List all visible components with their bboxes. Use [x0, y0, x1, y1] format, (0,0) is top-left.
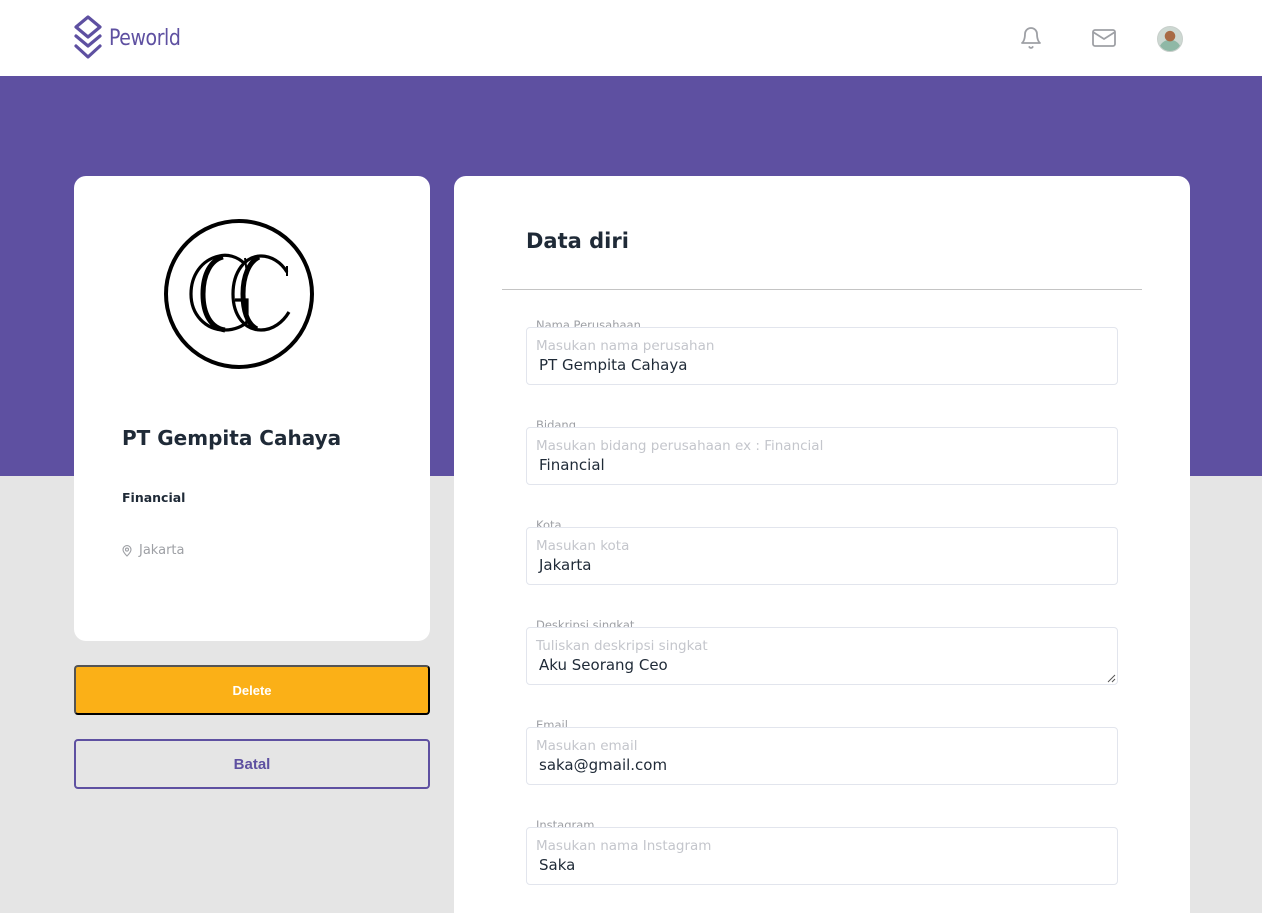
field-value: Aku Seorang Ceo	[539, 656, 668, 674]
business-field-input[interactable]: Masukan bidang perusahaan ex : Financial…	[526, 427, 1118, 485]
brand[interactable]: Peworld	[73, 14, 192, 62]
company-logo	[164, 219, 314, 369]
field-placeholder: Masukan email	[536, 738, 638, 754]
email-input[interactable]: Masukan email saka@gmail.com	[526, 727, 1118, 785]
company-location-text: Jakarta	[139, 543, 185, 558]
user-avatar[interactable]	[1157, 26, 1183, 52]
delete-button[interactable]: Delete	[74, 665, 430, 715]
navbar: Peworld	[0, 0, 1262, 76]
field-value: Jakarta	[539, 556, 592, 574]
field-placeholder: Tuliskan deskripsi singkat	[536, 638, 708, 654]
short-description-textarea[interactable]: Tuliskan deskripsi singkat Aku Seorang C…	[526, 627, 1118, 685]
field-value: Financial	[539, 456, 605, 474]
form-divider	[502, 289, 1142, 290]
cancel-button[interactable]: Batal	[74, 739, 430, 789]
company-profile-card: PT Gempita Cahaya Financial Jakarta	[74, 176, 430, 641]
field-placeholder: Masukan kota	[536, 538, 630, 554]
brand-name: Peworld	[109, 25, 181, 51]
peworld-logo-icon	[74, 15, 102, 59]
field-value: saka@gmail.com	[539, 756, 668, 774]
field-placeholder: Masukan bidang perusahaan ex : Financial	[536, 438, 824, 454]
resize-grip-icon[interactable]	[1106, 673, 1116, 683]
field-value: PT Gempita Cahaya	[539, 356, 688, 374]
instagram-input[interactable]: Masukan nama Instagram Saka	[526, 827, 1118, 885]
map-pin-icon	[122, 544, 132, 557]
city-input[interactable]: Masukan kota Jakarta	[526, 527, 1118, 585]
company-location: Jakarta	[122, 543, 184, 558]
form-title: Data diri	[526, 229, 629, 253]
company-name-input[interactable]: Masukan nama perusahan PT Gempita Cahaya	[526, 327, 1118, 385]
field-value: Saka	[539, 856, 576, 874]
company-field: Financial	[122, 490, 186, 505]
company-name: PT Gempita Cahaya	[122, 426, 342, 450]
notification-bell-icon[interactable]	[1017, 24, 1045, 52]
field-placeholder: Masukan nama perusahan	[536, 338, 715, 354]
data-diri-form-card: Data diri Nama Perusahaan Masukan nama p…	[454, 176, 1190, 913]
field-placeholder: Masukan nama Instagram	[536, 838, 712, 854]
mail-icon[interactable]	[1090, 24, 1118, 52]
